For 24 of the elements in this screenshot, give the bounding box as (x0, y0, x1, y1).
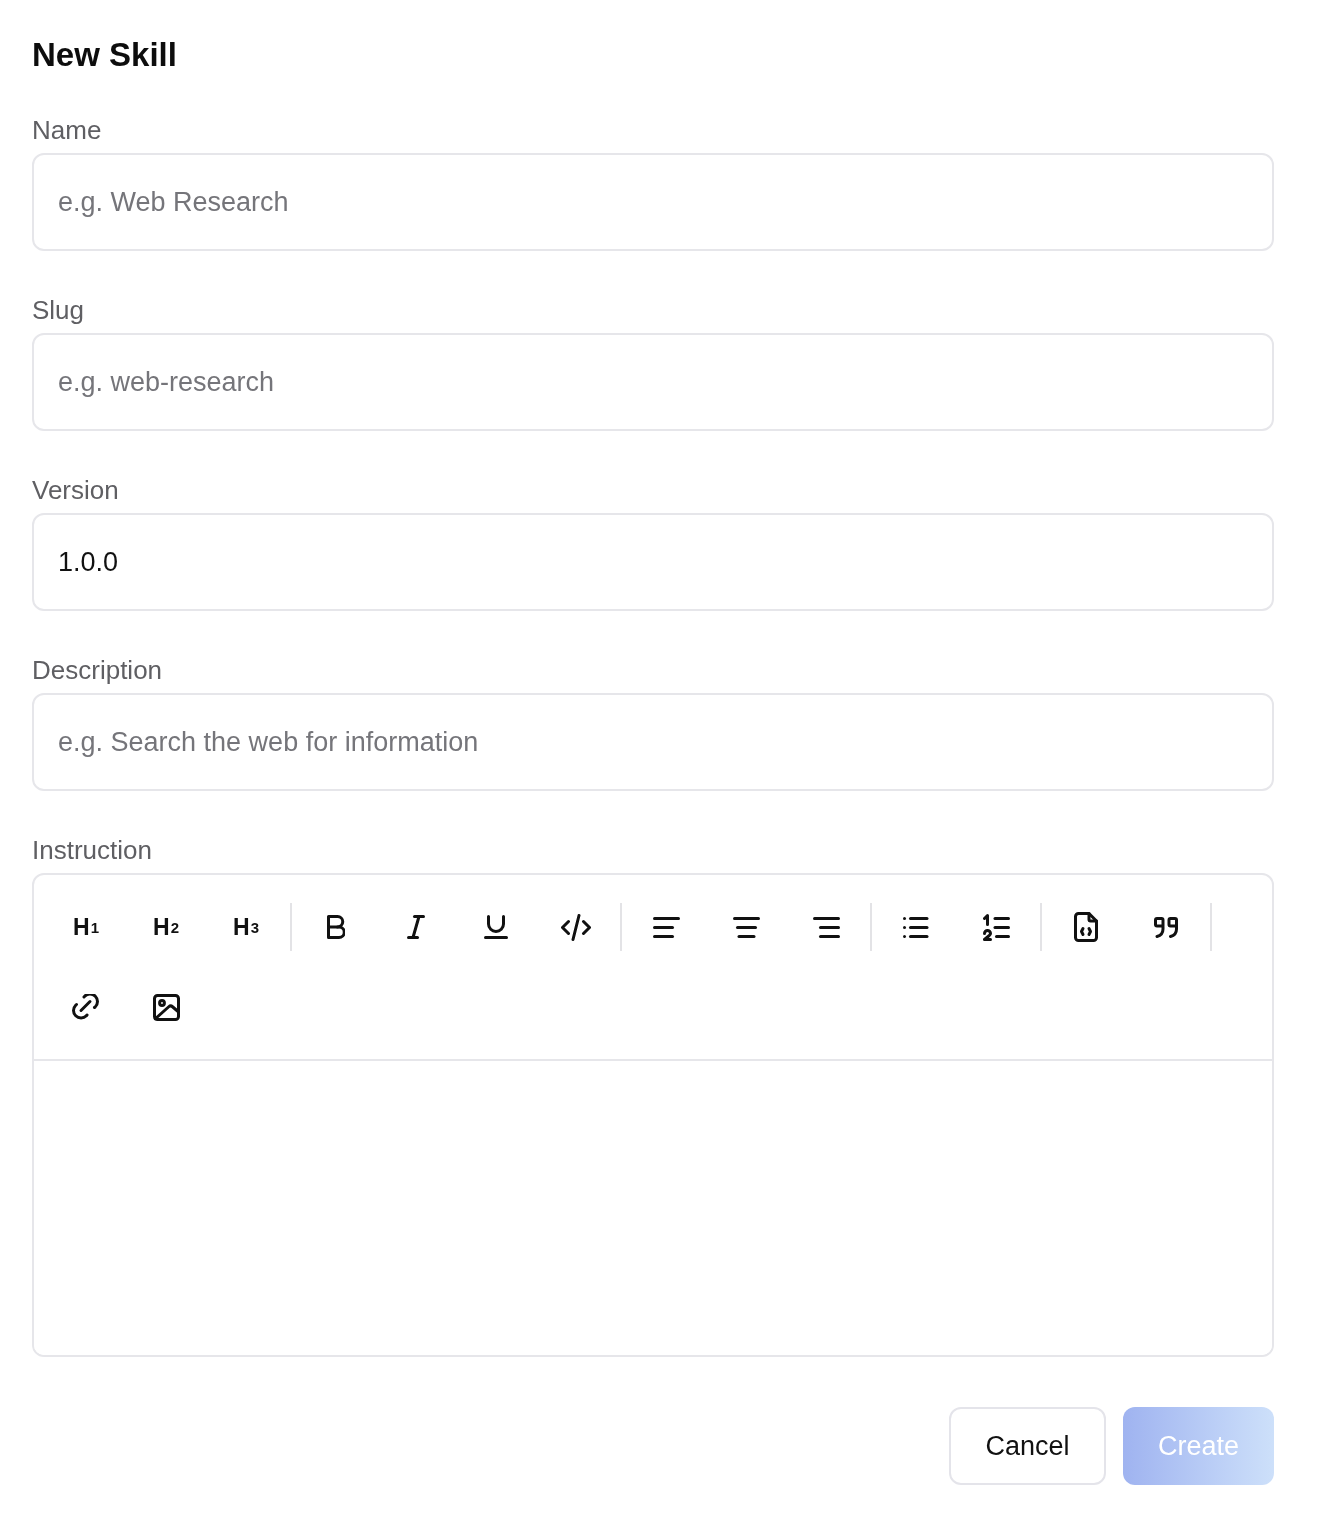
cancel-button[interactable]: Cancel (949, 1407, 1106, 1485)
underline-icon (484, 915, 508, 939)
align-center-icon (732, 916, 760, 938)
field-label: Instruction (32, 834, 152, 866)
bullet-list-icon (903, 916, 929, 938)
field-label: Version (32, 474, 119, 506)
link-icon (71, 994, 101, 1020)
image-icon (152, 993, 180, 1021)
italic-icon (407, 915, 425, 939)
numbered-list-icon (982, 913, 1010, 941)
text-input[interactable]: e.g. Web Research (32, 153, 1274, 251)
dialog-title: New Skill (32, 35, 177, 75)
align-left-icon (652, 916, 680, 938)
align-right-icon (812, 916, 840, 938)
bold-icon (326, 915, 346, 939)
field-label: Slug (32, 294, 85, 326)
field-label: Description (32, 654, 163, 686)
text-input[interactable]: e.g. Search the web for information (32, 693, 1274, 791)
field-label: Name (32, 114, 102, 146)
code-file-icon (1074, 912, 1098, 942)
quote-icon (1154, 916, 1178, 938)
text-input[interactable]: e.g. web-research (32, 333, 1274, 431)
code-icon (561, 913, 591, 941)
text-input[interactable]: 1.0.0 (32, 513, 1274, 611)
